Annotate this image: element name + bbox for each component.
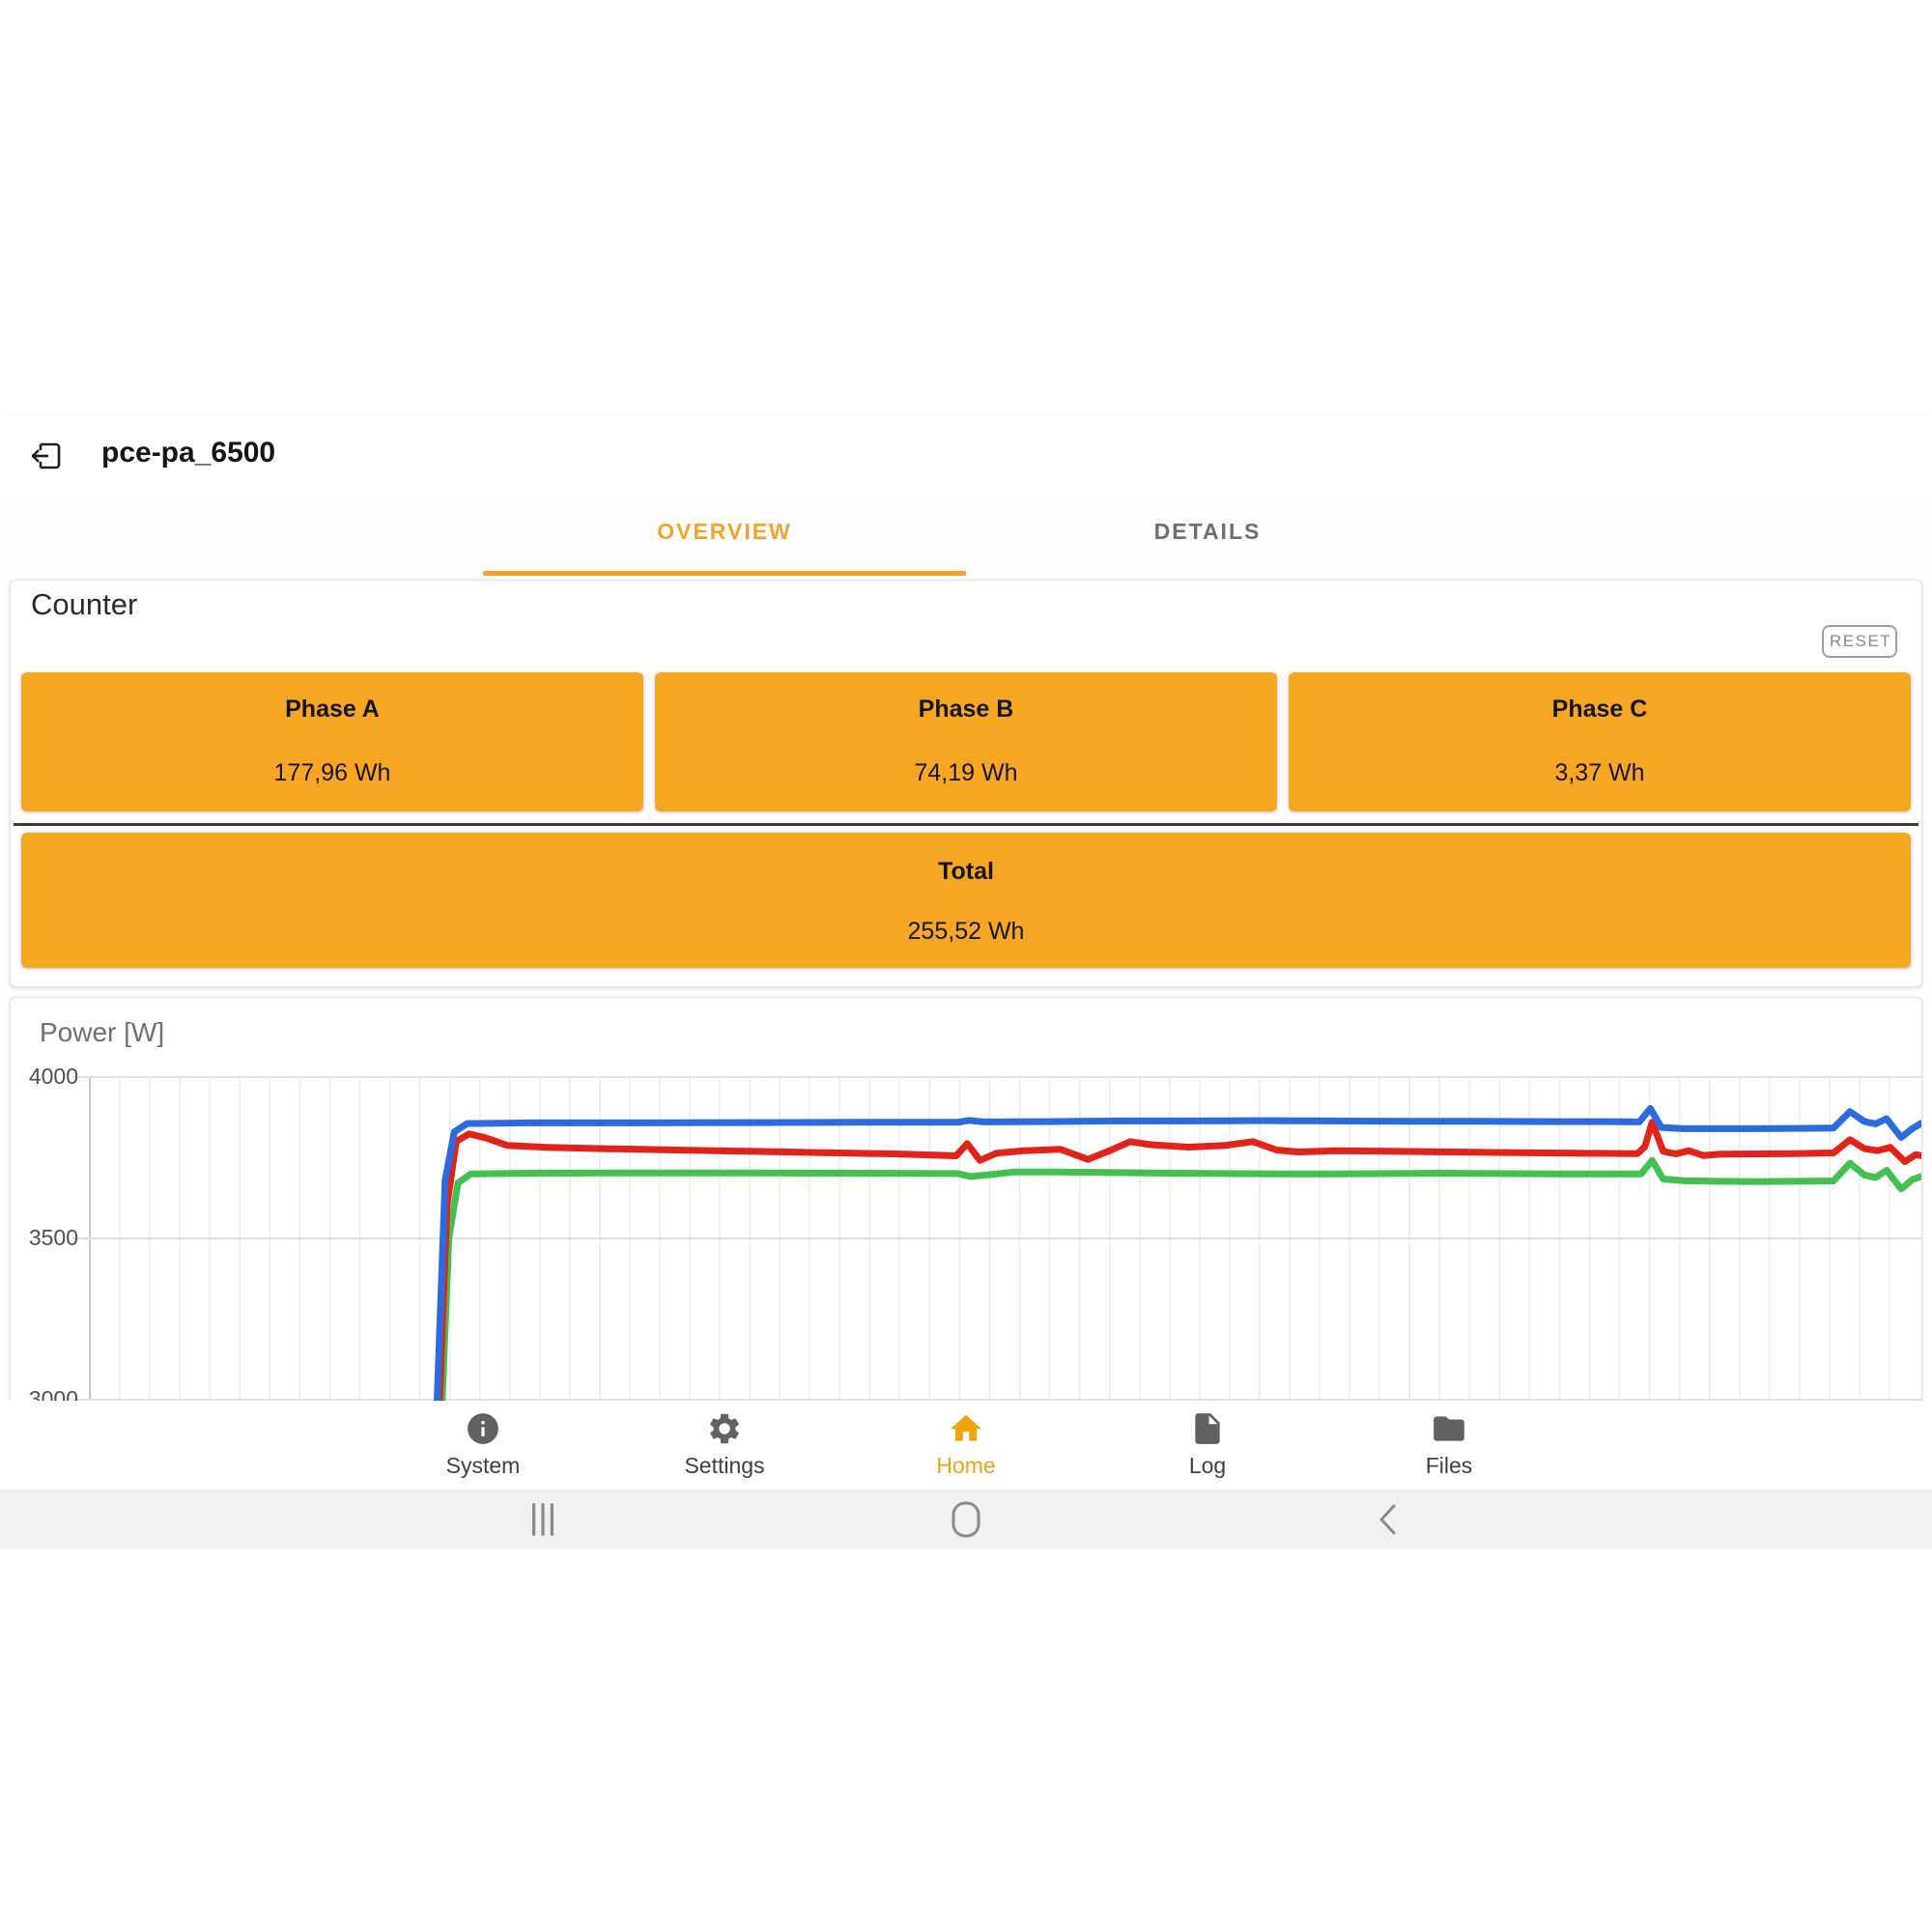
recents-icon bbox=[525, 1501, 561, 1538]
nav-label-system: System bbox=[446, 1453, 521, 1479]
reset-button[interactable]: RESET bbox=[1822, 625, 1897, 658]
phase-b-value: 74,19 Wh bbox=[655, 759, 1277, 787]
power-chart-card: Power [W] 4000 3500 3000 bbox=[10, 997, 1922, 1453]
app-bar: pce-pa_6500 bbox=[0, 415, 1932, 496]
recent-apps-button[interactable] bbox=[522, 1498, 564, 1541]
phase-a-tile: Phase A 177,96 Wh bbox=[21, 672, 643, 811]
nav-label-files: Files bbox=[1426, 1453, 1473, 1479]
exit-device-button[interactable] bbox=[29, 439, 64, 473]
home-button[interactable] bbox=[945, 1498, 987, 1541]
phase-c-value: 3,37 Wh bbox=[1289, 759, 1911, 787]
chart-title: Power [W] bbox=[40, 1017, 164, 1048]
tab-details[interactable]: DETAILS bbox=[966, 519, 1449, 545]
y-tick-4000: 4000 bbox=[14, 1064, 78, 1090]
nav-item-system[interactable]: System bbox=[362, 1401, 604, 1490]
phase-c-tile: Phase C 3,37 Wh bbox=[1289, 672, 1911, 811]
system-navigation-bar bbox=[0, 1490, 1932, 1549]
back-chevron-icon bbox=[1371, 1501, 1407, 1538]
nav-item-settings[interactable]: Settings bbox=[604, 1401, 845, 1490]
phase-c-label: Phase C bbox=[1289, 696, 1911, 724]
total-label: Total bbox=[21, 858, 1911, 886]
nav-label-home: Home bbox=[936, 1453, 995, 1479]
phase-b-tile: Phase B 74,19 Wh bbox=[655, 672, 1277, 811]
logout-icon bbox=[29, 439, 64, 473]
home-squircle-icon bbox=[948, 1501, 984, 1538]
tab-overview[interactable]: OVERVIEW bbox=[483, 519, 966, 545]
screen: pce-pa_6500 OVERVIEW DETAILS Counter RES… bbox=[0, 0, 1932, 1932]
nav-label-log: Log bbox=[1189, 1453, 1226, 1479]
nav-item-home[interactable]: Home bbox=[845, 1401, 1087, 1490]
y-tick-3500: 3500 bbox=[14, 1225, 78, 1251]
power-line-chart bbox=[11, 998, 1921, 1452]
nav-item-files[interactable]: Files bbox=[1328, 1401, 1570, 1490]
phase-a-value: 177,96 Wh bbox=[21, 759, 643, 787]
tab-bar: OVERVIEW DETAILS bbox=[0, 496, 1932, 578]
bottom-navigation: System Settings Home Log bbox=[0, 1401, 1932, 1490]
total-value: 255,52 Wh bbox=[21, 918, 1911, 946]
counter-title: Counter bbox=[31, 587, 137, 622]
nav-item-log[interactable]: Log bbox=[1087, 1401, 1328, 1490]
back-button[interactable] bbox=[1368, 1498, 1410, 1541]
tab-indicator bbox=[483, 571, 966, 576]
page-title: pce-pa_6500 bbox=[101, 437, 275, 469]
phase-a-label: Phase A bbox=[21, 696, 643, 724]
info-icon bbox=[465, 1410, 501, 1447]
document-icon bbox=[1189, 1410, 1226, 1447]
gear-icon bbox=[706, 1410, 743, 1447]
folder-icon bbox=[1431, 1410, 1467, 1447]
total-tile: Total 255,52 Wh bbox=[21, 833, 1911, 968]
home-icon bbox=[948, 1410, 984, 1447]
total-divider bbox=[14, 823, 1918, 826]
phase-b-label: Phase B bbox=[655, 696, 1277, 724]
nav-label-settings: Settings bbox=[684, 1453, 764, 1479]
